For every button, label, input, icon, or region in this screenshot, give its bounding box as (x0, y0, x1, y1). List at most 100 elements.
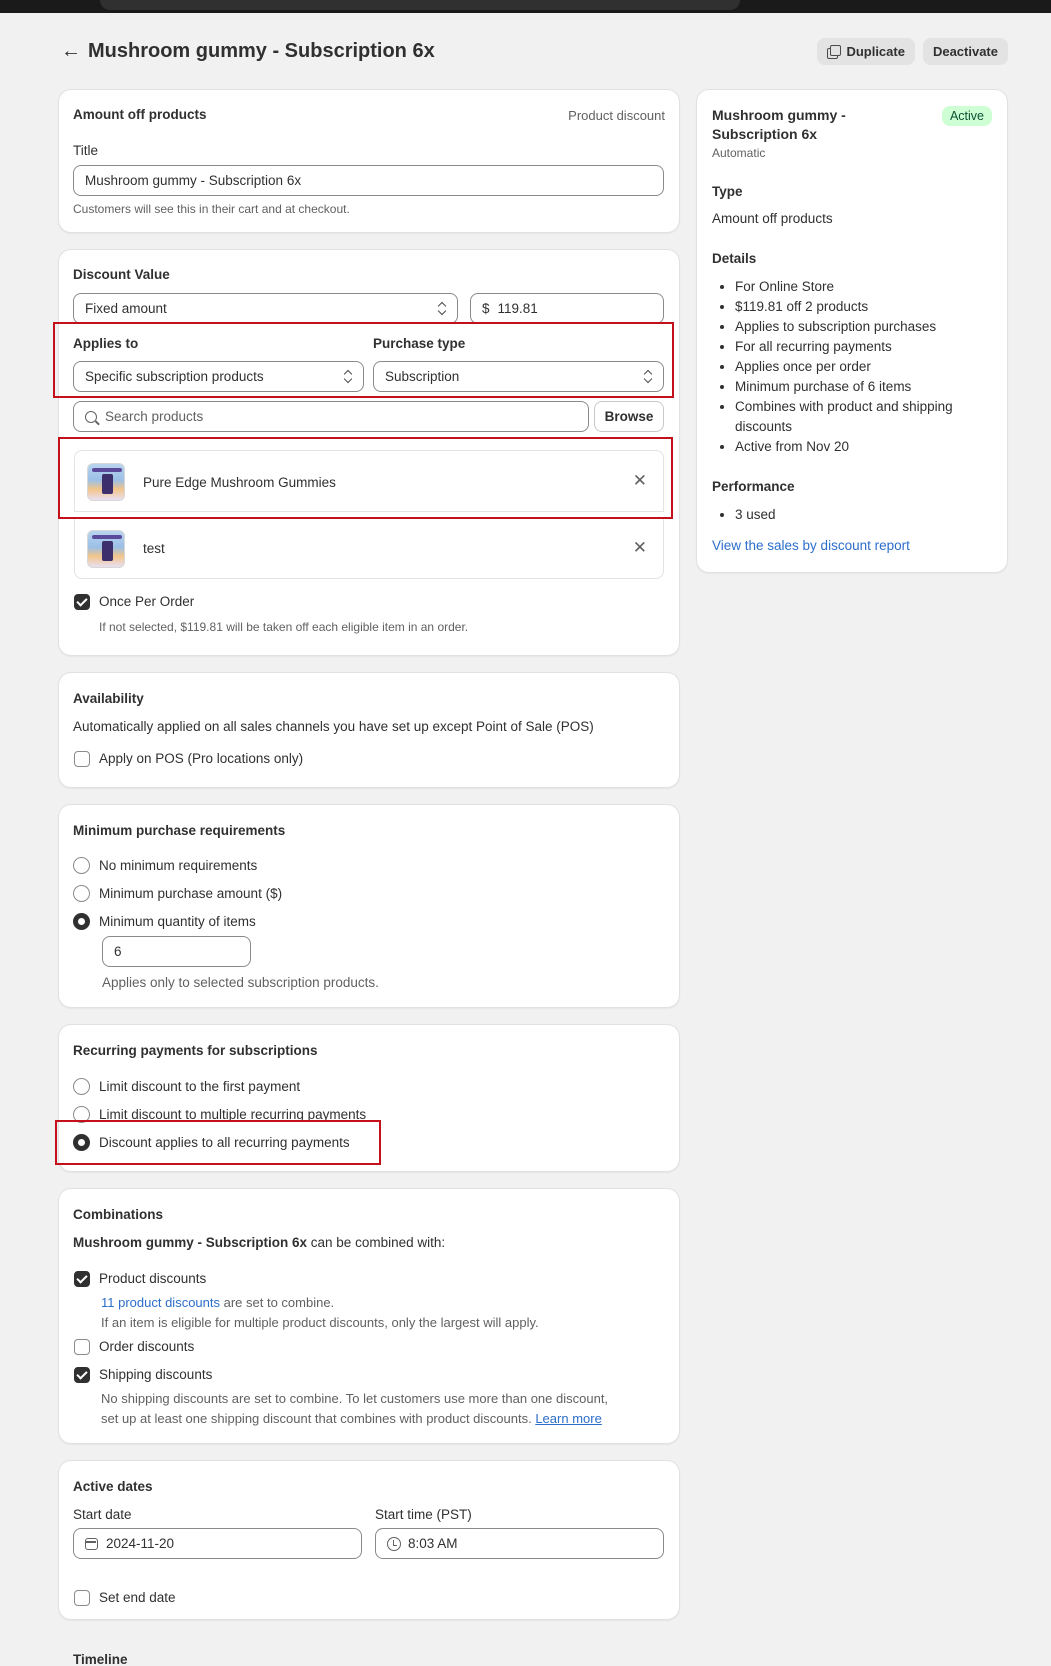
radio-min-amount[interactable] (73, 885, 90, 902)
radio-first-payment[interactable] (73, 1078, 90, 1095)
duplicate-button[interactable]: Duplicate (817, 37, 915, 65)
amount-value: 119.81 (497, 301, 538, 316)
summary-performance-heading: Performance (712, 479, 795, 494)
set-end-date-label: Set end date (99, 1590, 176, 1605)
remove-product-icon[interactable]: ✕ (633, 539, 647, 556)
back-arrow-icon[interactable]: ← (58, 38, 84, 64)
summary-method: Automatic (712, 146, 766, 160)
recurring-heading: Recurring payments for subscriptions (73, 1043, 318, 1058)
summary-performance-item: 3 used (735, 505, 985, 525)
select-chevron-icon (438, 302, 447, 316)
sales-report-link[interactable]: View the sales by discount report (712, 538, 910, 553)
duplicate-label: Duplicate (846, 43, 905, 59)
summary-details-heading: Details (712, 251, 757, 266)
page-title: Mushroom gummy - Subscription 6x (88, 39, 435, 62)
start-time-label: Start time (PST) (375, 1507, 472, 1522)
shipping-help-line-1: No shipping discounts are set to combine… (101, 1391, 609, 1406)
calendar-icon (85, 1538, 98, 1550)
combinations-card: Combinations Mushroom gummy - Subscripti… (59, 1189, 679, 1443)
shipping-discounts-label: Shipping discounts (99, 1367, 213, 1382)
start-time-value: 8:03 AM (408, 1536, 458, 1551)
summary-detail-item: Active from Nov 20 (735, 437, 985, 457)
product-row: test ✕ (74, 517, 664, 579)
deactivate-button[interactable]: Deactivate (922, 37, 1008, 65)
highlight-applies-to (53, 322, 674, 398)
search-products-input[interactable]: Search products (73, 401, 589, 432)
product-thumbnail (87, 530, 125, 568)
summary-detail-item: Combines with product and shipping disco… (735, 397, 985, 437)
order-discounts-checkbox[interactable] (74, 1339, 90, 1355)
highlight-product (58, 437, 673, 519)
header-actions: Duplicate Deactivate (817, 37, 1008, 65)
summary-title: Mushroom gummy - Subscription 6x (712, 107, 846, 142)
summary-detail-item: $119.81 off 2 products (735, 297, 985, 317)
start-date-label: Start date (73, 1507, 132, 1522)
learn-more-link[interactable]: Learn more (535, 1411, 601, 1426)
combinations-heading: Combinations (73, 1207, 163, 1222)
shipping-discounts-checkbox[interactable] (74, 1367, 90, 1383)
summary-performance-list: 3 used (715, 505, 985, 525)
summary-type-value: Amount off products (712, 211, 833, 226)
active-dates-card: Active dates Start date Start time (PST)… (59, 1461, 679, 1619)
min-quantity-value: 6 (114, 944, 122, 959)
start-date-input[interactable]: 2024-11-20 (73, 1528, 362, 1559)
active-dates-heading: Active dates (73, 1479, 153, 1494)
discount-value-heading: Discount Value (73, 267, 170, 282)
discount-kind: Product discount (568, 108, 665, 123)
status-badge: Active (941, 106, 992, 126)
timeline-heading: Timeline (73, 1652, 128, 1666)
start-date-value: 2024-11-20 (106, 1536, 175, 1551)
title-help: Customers will see this in their cart an… (73, 202, 350, 216)
once-per-order-help: If not selected, $119.81 will be taken o… (99, 620, 469, 634)
radio-label: Limit discount to the first payment (99, 1079, 301, 1094)
minimum-heading: Minimum purchase requirements (73, 823, 286, 838)
radio-label: No minimum requirements (99, 858, 258, 873)
order-discounts-label: Order discounts (99, 1339, 195, 1354)
discount-type-value: Fixed amount (85, 301, 167, 316)
radio-no-minimum[interactable] (73, 857, 90, 874)
availability-heading: Availability (73, 691, 144, 706)
top-search-pill[interactable] (100, 0, 740, 10)
duplicate-icon (827, 44, 842, 59)
title-input-value: Mushroom gummy - Subscription 6x (85, 173, 302, 188)
start-time-input[interactable]: 8:03 AM (375, 1528, 664, 1559)
summary-type-heading: Type (712, 184, 743, 199)
combinations-intro-suffix: can be combined with: (307, 1235, 446, 1250)
amount-card-heading: Amount off products (73, 107, 207, 122)
apply-pos-checkbox[interactable] (74, 751, 90, 767)
summary-detail-item: For all recurring payments (735, 337, 985, 357)
product-discounts-link[interactable]: 11 product discounts (101, 1295, 220, 1310)
summary-detail-item: Applies to subscription purchases (735, 317, 985, 337)
radio-label: Minimum quantity of items (99, 914, 256, 929)
once-per-order-label: Once Per Order (99, 594, 195, 609)
browse-button[interactable]: Browse (594, 401, 664, 432)
summary-detail-item: For Online Store (735, 277, 985, 297)
title-label: Title (73, 143, 99, 158)
shipping-help-line-2-text: set up at least one shipping discount th… (101, 1411, 532, 1426)
highlight-recurring (55, 1120, 381, 1165)
product-discounts-checkbox[interactable] (74, 1271, 90, 1287)
apply-pos-label: Apply on POS (Pro locations only) (99, 751, 304, 766)
combinations-intro: Mushroom gummy - Subscription 6x can be … (73, 1235, 445, 1250)
summary-details-list: For Online Store $119.81 off 2 products … (715, 277, 985, 457)
product-discounts-help: If an item is eligible for multiple prod… (101, 1315, 539, 1330)
product-discounts-note-suffix: are set to combine. (220, 1295, 335, 1310)
title-input[interactable]: Mushroom gummy - Subscription 6x (73, 165, 664, 196)
clock-icon (387, 1537, 401, 1551)
once-per-order-checkbox[interactable] (74, 594, 90, 610)
min-quantity-help: Applies only to selected subscription pr… (102, 975, 379, 990)
discount-type-select[interactable]: Fixed amount (73, 293, 458, 324)
min-quantity-input[interactable]: 6 (102, 936, 251, 967)
set-end-date-checkbox[interactable] (74, 1590, 90, 1606)
availability-desc: Automatically applied on all sales chann… (73, 719, 594, 734)
product-discounts-label: Product discounts (99, 1271, 207, 1286)
page-header: ← Mushroom gummy - Subscription 6x Dupli… (58, 34, 1008, 68)
radio-min-quantity[interactable] (73, 913, 90, 930)
search-placeholder: Search products (105, 409, 204, 424)
minimum-card: Minimum purchase requirements No minimum… (59, 805, 679, 1007)
amount-input[interactable]: $ 119.81 (470, 293, 664, 324)
summary-detail-item: Applies once per order (735, 357, 985, 377)
summary-detail-item: Minimum purchase of 6 items (735, 377, 985, 397)
radio-label: Minimum purchase amount ($) (99, 886, 283, 901)
top-bar (0, 0, 1051, 13)
